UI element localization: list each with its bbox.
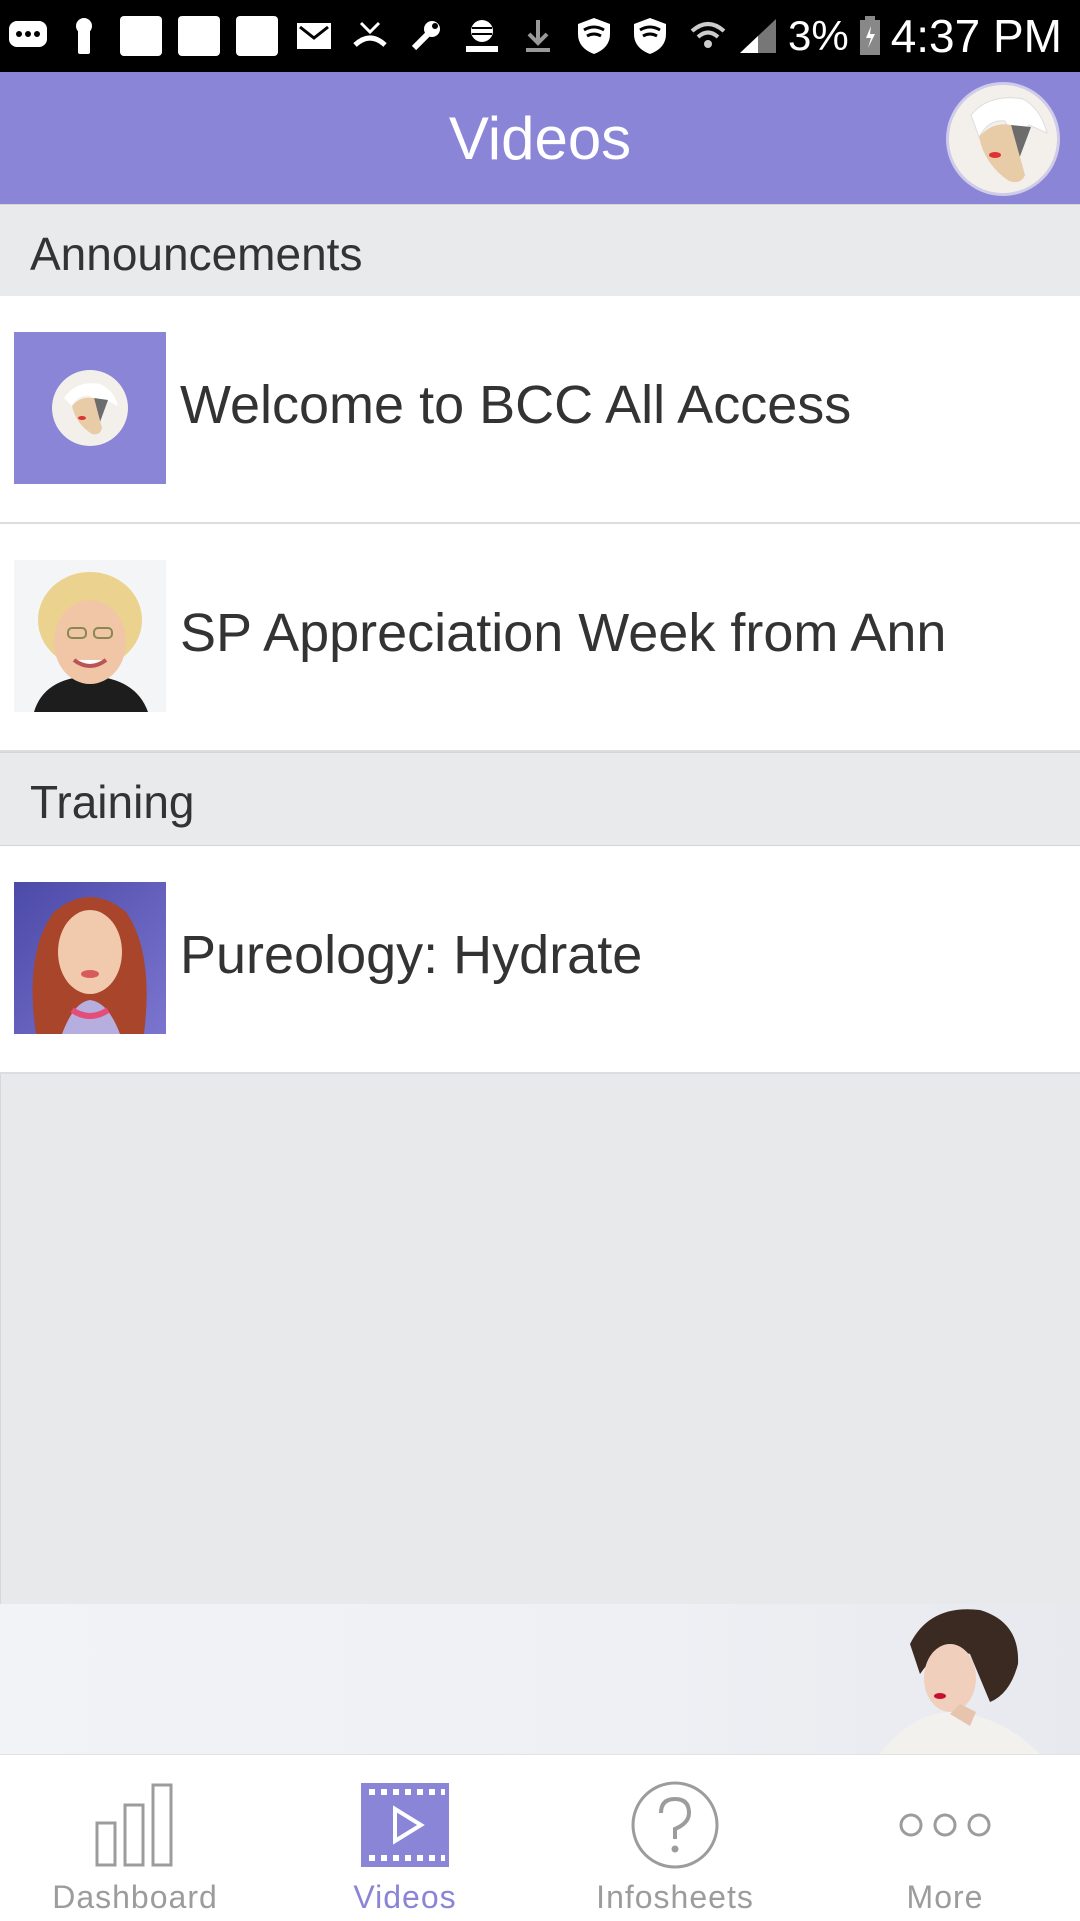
chat-icon (8, 16, 48, 56)
item-title: Pureology: Hydrate (180, 925, 643, 985)
list-item[interactable]: SP Appreciation Week from Ann (0, 524, 1080, 752)
brand-logo-icon (949, 85, 1057, 193)
tab-more[interactable]: More (810, 1755, 1080, 1921)
wifi-icon (690, 22, 726, 48)
missed-call-icon (350, 16, 390, 56)
status-bar: 3% 4:37 PM (0, 0, 1080, 72)
list-item[interactable]: Pureology: Hydrate (0, 846, 1080, 1074)
more-dots-icon (899, 1813, 991, 1837)
tab-infosheets[interactable]: Infosheets (540, 1755, 810, 1921)
presenter-photo-thumbnail (14, 560, 166, 712)
tab-label: Videos (353, 1879, 457, 1915)
tab-label: More (906, 1879, 984, 1915)
brand-logo-thumbnail (14, 332, 166, 484)
gmail-icon (294, 16, 334, 56)
shield-icon (574, 16, 614, 56)
profile-avatar[interactable] (946, 82, 1060, 196)
app-bar: Videos (0, 72, 1080, 204)
tab-dashboard[interactable]: Dashboard (0, 1755, 270, 1921)
film-play-icon (361, 1783, 449, 1867)
battery-icon (859, 16, 880, 55)
clock: 4:37 PM (890, 10, 1062, 62)
promo-banner (0, 1604, 1080, 1754)
question-circle-icon (631, 1781, 719, 1869)
system-status: 3% 4:37 PM (688, 8, 1062, 64)
empty-list-area (0, 1074, 1080, 1604)
section-title: Training (30, 776, 195, 828)
bar-chart-icon (95, 1783, 173, 1867)
app-notification-icon (120, 16, 162, 56)
list-item[interactable]: Welcome to BCC All Access (0, 296, 1080, 524)
model-photo-thumbnail (14, 882, 166, 1034)
signal-icon (739, 19, 776, 53)
download-icon (518, 16, 558, 56)
notification-icons (8, 10, 670, 62)
model-banner-image (880, 1609, 1040, 1754)
section-header-training: Training (0, 752, 1080, 847)
app-notification-icon (178, 16, 220, 56)
bottom-tab-bar: Dashboard Videos Infosheets More (0, 1754, 1080, 1921)
battery-percent: 3% (787, 12, 849, 59)
app-notification-icon (236, 16, 278, 56)
wrench-icon (406, 16, 446, 56)
page-title: Videos (448, 105, 632, 172)
tab-label: Dashboard (52, 1879, 218, 1915)
section-title: Announcements (30, 228, 363, 280)
tab-videos[interactable]: Videos (270, 1755, 540, 1921)
tab-label: Infosheets (596, 1879, 754, 1915)
item-title: SP Appreciation Week from Ann (180, 603, 947, 663)
keyhole-icon (64, 16, 104, 56)
item-title: Welcome to BCC All Access (180, 375, 852, 435)
shield-icon (630, 16, 670, 56)
section-header-announcements: Announcements (0, 204, 1080, 299)
directv-icon (462, 16, 502, 56)
